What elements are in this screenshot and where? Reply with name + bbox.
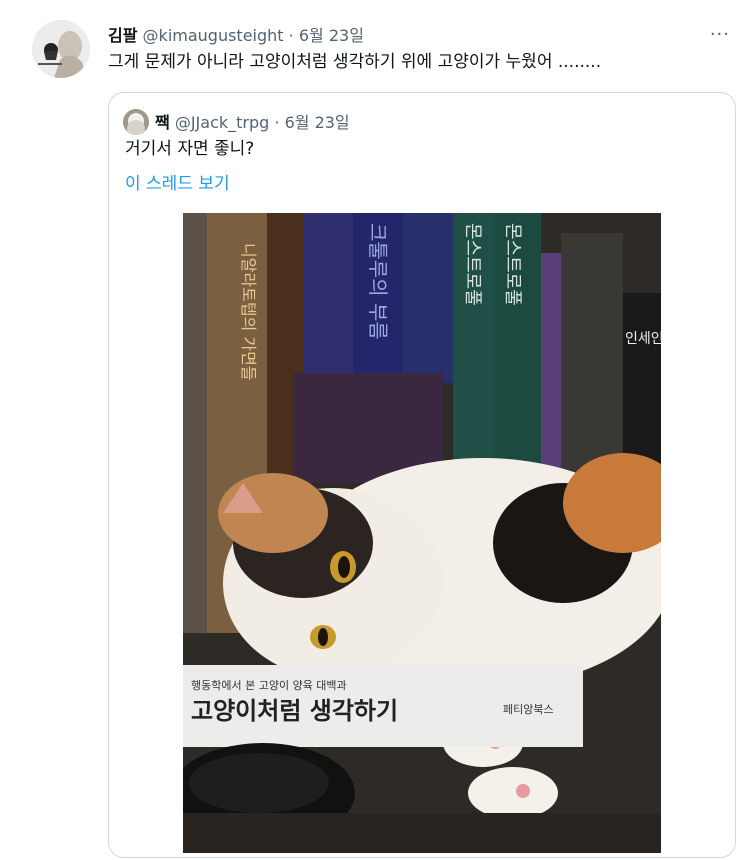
- more-horizontal-icon[interactable]: ···: [710, 24, 730, 45]
- show-thread-link[interactable]: 이 스레드 보기: [125, 169, 230, 194]
- spine-text-3: 크툴루의 부름: [366, 223, 390, 340]
- spine-text-2: 몬스트로풀: [502, 223, 523, 306]
- quoted-tweet-header: 짹 @JJack_trpg · 6월 23일: [155, 109, 350, 133]
- author-handle[interactable]: @kimaugusteight: [143, 26, 284, 45]
- book-spine-2: [303, 213, 353, 383]
- book-cover-subtitle: 행동학에서 본 고양이 양육 대백과: [191, 679, 347, 692]
- spine-text-4: 니알라토텝의 가면들: [239, 243, 258, 381]
- tweet-header: 김팔 @kimaugusteight · 6월 23일: [108, 22, 364, 46]
- quoted-author-handle[interactable]: @JJack_trpg: [175, 113, 269, 132]
- author-avatar[interactable]: [32, 20, 90, 78]
- quoted-author-avatar[interactable]: [123, 109, 149, 135]
- tweet-date[interactable]: 6월 23일: [299, 26, 364, 45]
- tweet[interactable]: 김팔 @kimaugusteight · 6월 23일 ··· 그게 문제가 아…: [0, 0, 744, 860]
- quoted-author-name[interactable]: 짹: [155, 113, 170, 132]
- quoted-tweet[interactable]: 짹 @JJack_trpg · 6월 23일 거기서 자면 좋니? 이 스레드 …: [108, 92, 736, 858]
- quoted-tweet-date[interactable]: 6월 23일: [285, 113, 350, 132]
- book-cover-title: 고양이처럼 생각하기: [191, 697, 398, 725]
- tweet-photo[interactable]: 니알라토텝의 가면들 크툴루의 부름 몬스트로풀 몬스트로풀 인세인 2: [183, 213, 661, 853]
- separator: ·: [274, 113, 280, 132]
- tweet-text: 그게 문제가 아니라 고양이처럼 생각하기 위에 고양이가 누웠어 ......…: [108, 52, 602, 72]
- spine-text-5: 인세인 2: [625, 331, 661, 347]
- quoted-tweet-text: 거기서 자면 좋니?: [125, 139, 255, 159]
- author-name[interactable]: 김팔: [108, 26, 137, 45]
- spine-text-1: 몬스트로풀: [462, 223, 483, 306]
- separator: ·: [288, 26, 294, 45]
- book-cover-publisher: 페티앙북스: [503, 703, 554, 716]
